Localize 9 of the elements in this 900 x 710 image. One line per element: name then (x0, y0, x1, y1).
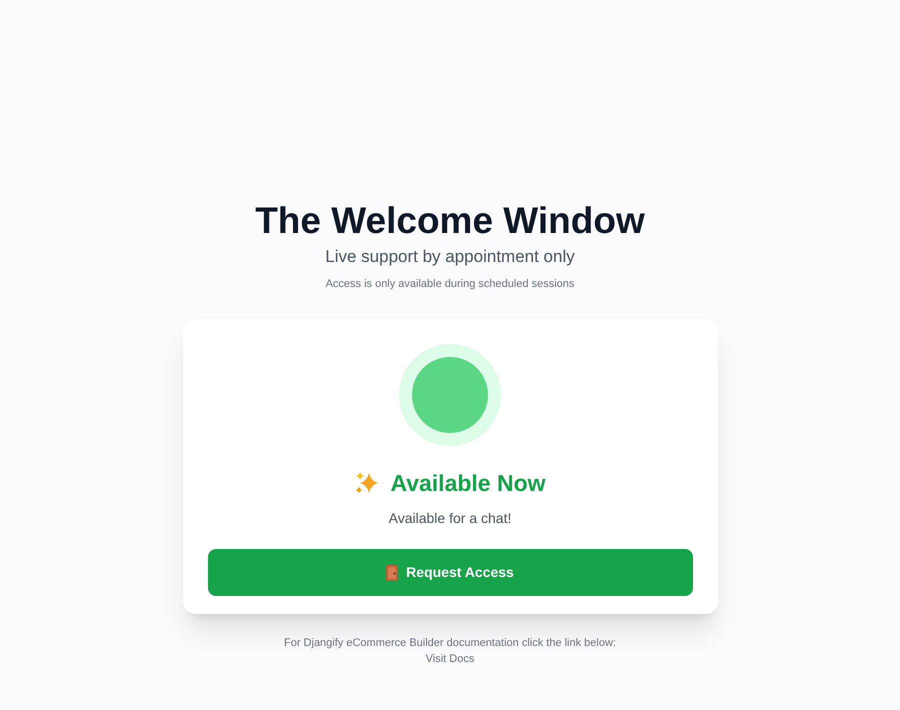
status-heading: Available Now (390, 468, 546, 498)
door-icon (386, 564, 398, 580)
note-text: Access is only available during scheduled sessions (326, 277, 574, 292)
docs-link[interactable]: Visit Docs (426, 651, 474, 668)
subtitle: Live support by appointment only (325, 246, 575, 268)
page-title: The Welcome Window (255, 200, 645, 242)
footer-text: For Djangify eCommerce Builder documentation click the link below: (284, 636, 616, 650)
status-message: Available for a chat! (388, 509, 512, 528)
request-access-button[interactable]: Request Access (208, 549, 692, 596)
